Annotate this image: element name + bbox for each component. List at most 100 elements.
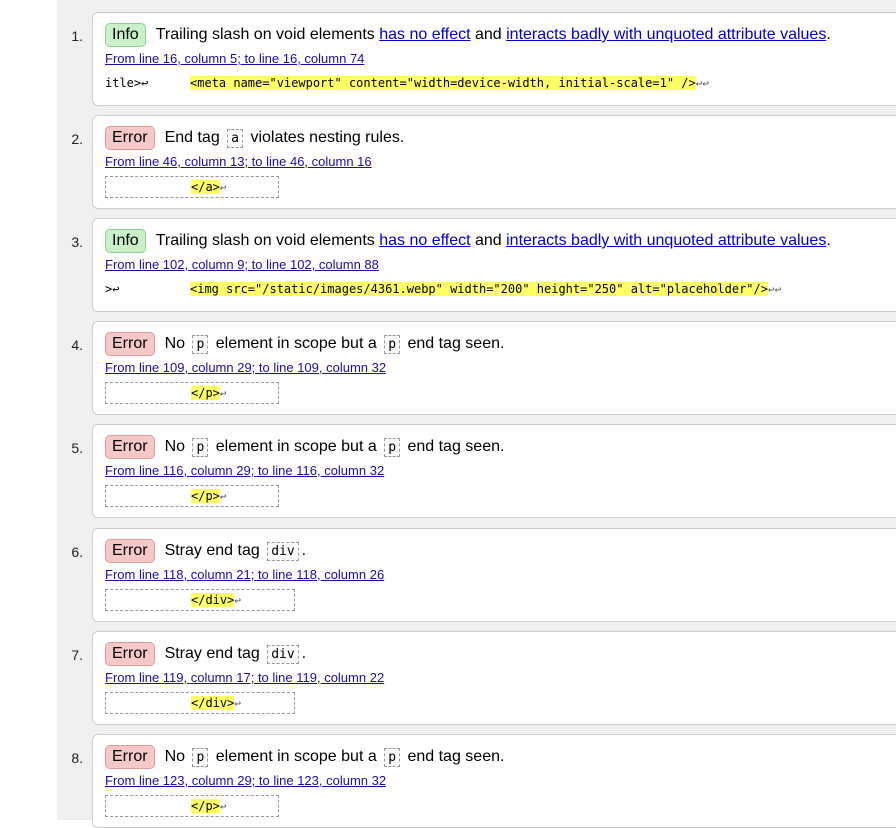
message-text: Stray end tag div.	[164, 542, 307, 561]
inline-code: p	[192, 748, 209, 767]
message-link[interactable]: interacts badly with unquoted attribute …	[506, 26, 826, 43]
highlighted-code: </p>	[191, 799, 220, 813]
message-text-fragment: .	[301, 542, 307, 559]
message-text-fragment: .	[301, 645, 307, 662]
extract-context-before: >↩	[105, 282, 120, 296]
message-item: 4. Error No p element in scope but a p end…	[71, 321, 896, 415]
message-text-fragment: end tag seen.	[403, 438, 505, 455]
source-extract: </p>↩	[105, 485, 279, 507]
message-number: 7.	[71, 647, 83, 663]
return-icon: ↩	[219, 181, 227, 194]
highlighted-code: </a>	[191, 180, 220, 194]
message-text-fragment: end tag seen.	[403, 335, 505, 352]
message-text-fragment: violates nesting rules.	[246, 129, 405, 146]
message-link[interactable]: has no effect	[379, 26, 470, 43]
highlighted-code: </p>	[191, 489, 220, 503]
message-headline: Error No p element in scope but a p end t…	[105, 332, 504, 356]
message-number: 2.	[71, 131, 83, 147]
return-icon: ↩↩	[695, 77, 709, 90]
source-extract: </div>↩	[105, 589, 295, 611]
inline-code: p	[192, 438, 209, 457]
message-headline: Error End tag a violates nesting rules.	[105, 126, 404, 150]
location-link[interactable]: From line 46, column 13; to line 46, col…	[105, 154, 372, 169]
location-link[interactable]: From line 123, column 29; to line 123, c…	[105, 773, 386, 788]
location-link[interactable]: From line 16, column 5; to line 16, colu…	[105, 51, 364, 66]
inline-code: p	[384, 438, 401, 457]
message-text-fragment: .	[826, 232, 831, 249]
location-link[interactable]: From line 102, column 9; to line 102, co…	[105, 257, 379, 272]
message-item: 3. Info Trailing slash on void elements ha…	[71, 218, 896, 312]
message-text-fragment: Stray end tag	[164, 645, 265, 662]
location-link[interactable]: From line 109, column 29; to line 109, c…	[105, 360, 386, 375]
message-number: 8.	[71, 750, 83, 766]
highlighted-code: <img src="/static/images/4361.webp" widt…	[190, 282, 768, 296]
message-text-fragment: No	[164, 335, 190, 352]
message-text: No p element in scope but a p end tag se…	[164, 748, 505, 767]
inline-code: p	[384, 748, 401, 767]
message-number: 6.	[71, 544, 83, 560]
message-text-fragment: End tag	[164, 129, 225, 146]
source-extract: itle>↩ <meta name="viewport" content="wid…	[105, 73, 709, 93]
source-extract: </p>↩	[105, 795, 279, 817]
source-extract: >↩ <img src="/static/images/4361.webp" wi…	[105, 279, 781, 299]
message-headline: Error No p element in scope but a p end t…	[105, 435, 504, 459]
message-text: Trailing slash on void elements has no e…	[156, 26, 831, 44]
message-link[interactable]: has no effect	[379, 232, 470, 249]
message-item: 7. Error Stray end tag div. From line 119, …	[71, 631, 896, 725]
message-text: Trailing slash on void elements has no e…	[156, 232, 831, 250]
message-text-fragment: and	[470, 26, 507, 43]
error-badge: Error	[105, 642, 155, 666]
source-extract: </div>↩	[105, 692, 295, 714]
message-number: 4.	[71, 337, 83, 353]
return-icon: ↩	[219, 490, 227, 503]
message-text-fragment: element in scope but a	[211, 335, 382, 352]
message-number: 3.	[71, 234, 83, 250]
highlighted-code: </div>	[191, 593, 235, 607]
message-text-fragment: Trailing slash on void elements	[155, 232, 380, 249]
message-item: 6. Error Stray end tag div. From line 118, …	[71, 528, 896, 622]
message-text: End tag a violates nesting rules.	[164, 129, 405, 148]
message-item: 2. Error End tag a violates nesting rules.…	[71, 115, 896, 209]
inline-code: a	[227, 129, 243, 148]
location-link[interactable]: From line 116, column 29; to line 116, c…	[105, 463, 384, 478]
source-extract: </p>↩	[105, 382, 279, 404]
message-item: 5. Error No p element in scope but a p end…	[71, 424, 896, 518]
error-badge: Error	[105, 332, 155, 356]
return-icon: ↩	[219, 387, 227, 400]
highlighted-code: <meta name="viewport" content="width=dev…	[190, 76, 696, 90]
message-text-fragment: and	[470, 232, 507, 249]
highlighted-code: </div>	[191, 696, 235, 710]
return-icon: ↩	[219, 800, 227, 813]
message-headline: Info Trailing slash on void elements has …	[105, 23, 831, 47]
message-headline: Error No p element in scope but a p end t…	[105, 745, 504, 769]
message-text-fragment: No	[164, 438, 190, 455]
location-link[interactable]: From line 118, column 21; to line 118, c…	[105, 567, 384, 582]
message-number: 1.	[71, 28, 83, 44]
return-icon: ↩↩	[767, 283, 782, 296]
message-link[interactable]: interacts badly with unquoted attribute …	[506, 232, 826, 249]
message-headline: Error Stray end tag div.	[105, 539, 306, 563]
info-badge: Info	[105, 229, 146, 253]
inline-code: p	[192, 335, 209, 354]
message-text-fragment: element in scope but a	[211, 748, 382, 765]
message-item: 1. Info Trailing slash on void elements ha…	[71, 12, 896, 106]
message-number: 5.	[71, 440, 83, 456]
message-text: Stray end tag div.	[164, 645, 307, 664]
message-text-fragment: Trailing slash on void elements	[155, 26, 380, 43]
message-text-fragment: end tag seen.	[403, 748, 505, 765]
location-link[interactable]: From line 119, column 17; to line 119, c…	[105, 670, 384, 685]
message-headline: Error Stray end tag div.	[105, 642, 306, 666]
message-text: No p element in scope but a p end tag se…	[164, 335, 505, 354]
message-text-fragment: No	[164, 748, 190, 765]
error-badge: Error	[105, 126, 155, 150]
message-text: No p element in scope but a p end tag se…	[164, 438, 505, 457]
inline-code: div	[267, 542, 299, 561]
return-icon: ↩	[234, 697, 241, 710]
error-badge: Error	[105, 745, 155, 769]
extract-context-before: itle>↩	[105, 76, 149, 90]
message-text-fragment: Stray end tag	[164, 542, 265, 559]
error-badge: Error	[105, 539, 155, 563]
message-item: 8. Error No p element in scope but a p end…	[71, 734, 896, 828]
inline-code: div	[267, 645, 299, 664]
message-headline: Info Trailing slash on void elements has …	[105, 229, 831, 253]
